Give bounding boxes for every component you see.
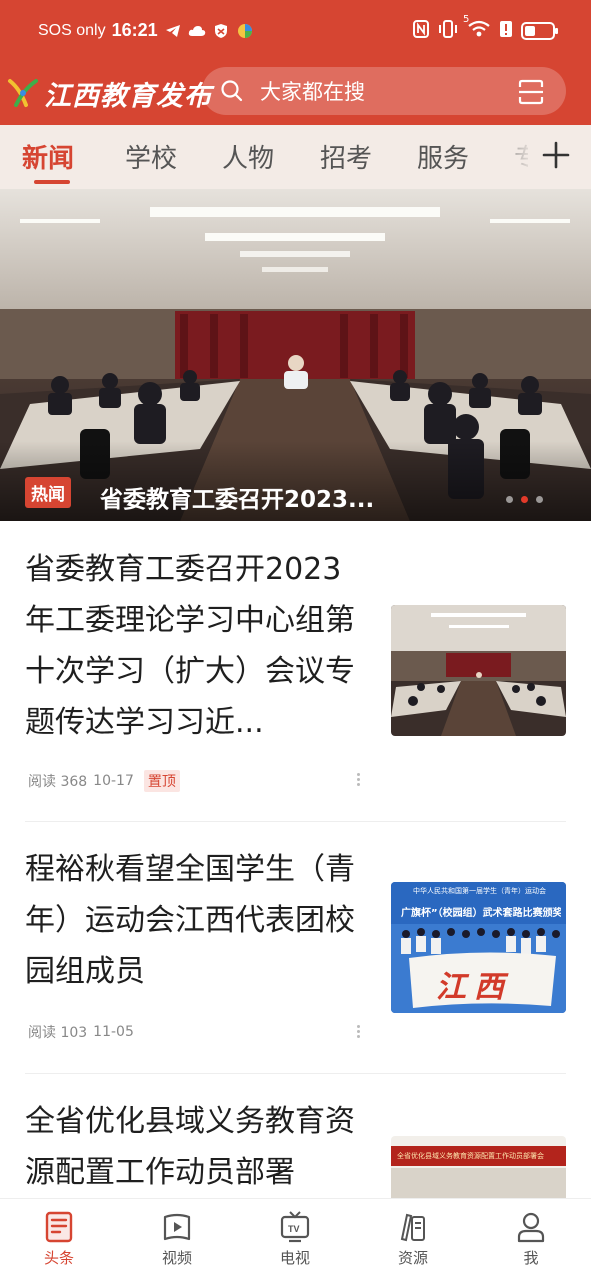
article-meta: 阅读 368 10-17 置顶 <box>28 770 180 792</box>
article-item[interactable]: 省委教育工委召开2023年工委理论学习中心组第十次学习（扩大）会议专题传达学习习… <box>25 544 566 794</box>
cloud-app-icon <box>188 23 206 39</box>
video-icon <box>163 1213 191 1241</box>
active-tab-indicator <box>34 180 70 184</box>
network-badge: 5 <box>463 14 470 25</box>
article-title[interactable]: 程裕秋看望全国学生（青年）运动会江西代表团校园组成员 <box>25 844 365 997</box>
status-left: SOS only 16:21 <box>38 20 254 41</box>
logo-text: 江西教育发布 <box>44 80 212 112</box>
divider <box>25 1073 566 1074</box>
resources-icon <box>400 1213 425 1242</box>
nav-label: 视频 <box>161 1249 192 1267</box>
nav-video[interactable]: 视频 <box>142 1211 212 1268</box>
thumbnail-caption: 全省优化县域义务教育资源配置工作动员部署会 <box>397 1152 544 1160</box>
thumbnail-caption: 广旗杯”（校园组）武术套路比赛颁奖仪式 <box>401 908 561 919</box>
read-count: 阅读 368 <box>28 774 88 790</box>
tab-news[interactable]: 新闻 <box>22 138 74 175</box>
vibrate-icon <box>437 20 459 42</box>
status-right: 5 <box>413 14 558 42</box>
svg-text:TV: TV <box>288 1224 300 1234</box>
carousel-dot-active[interactable] <box>521 496 528 503</box>
status-bar: SOS only 16:21 5 <box>0 0 591 62</box>
article-title[interactable]: 全省优化县域义务教育资源配置工作动员部署 <box>25 1096 365 1198</box>
scan-icon[interactable] <box>518 79 544 105</box>
more-options-icon[interactable] <box>355 772 361 788</box>
news-icon <box>45 1211 73 1243</box>
search-placeholder: 大家都在搜 <box>260 80 365 104</box>
divider <box>25 821 566 822</box>
article-date: 11-05 <box>93 1024 134 1040</box>
battery-icon <box>521 22 558 40</box>
nav-headlines[interactable]: 头条 <box>24 1211 94 1268</box>
article-meta: 阅读 103 11-05 <box>28 1022 134 1042</box>
thumbnail-banner-text: 江西 <box>436 970 512 1005</box>
article-date: 10-17 <box>93 773 134 789</box>
shield-icon <box>212 23 230 39</box>
nfc-icon <box>413 20 429 42</box>
search-icon <box>221 80 243 102</box>
network-status: SOS only <box>38 21 106 39</box>
article-title[interactable]: 省委教育工委召开2023年工委理论学习中心组第十次学习（扩大）会议专题传达学习习… <box>25 544 365 748</box>
nav-profile[interactable]: 我 <box>496 1211 566 1268</box>
add-tab-icon[interactable] <box>536 135 576 175</box>
nav-label: 头条 <box>43 1249 74 1267</box>
tab-admissions[interactable]: 招考 <box>320 138 372 175</box>
app-logo: 江西教育发布 <box>6 72 212 114</box>
nav-tv[interactable]: TV 电视 <box>260 1211 330 1268</box>
tab-people[interactable]: 人物 <box>222 138 274 175</box>
article-item[interactable]: 程裕秋看望全国学生（青年）运动会江西代表团校园组成员 阅读 103 11-05 … <box>25 844 566 1049</box>
telegram-icon <box>164 23 182 39</box>
nav-label: 资源 <box>397 1249 428 1267</box>
nav-label: 电视 <box>279 1249 310 1267</box>
bottom-navigation: 头条 视频 TV 电视 资源 我 <box>0 1198 591 1280</box>
profile-icon <box>517 1212 545 1243</box>
carousel-dot[interactable] <box>536 496 543 503</box>
logo-emblem-icon <box>6 75 42 111</box>
tab-schools[interactable]: 学校 <box>125 138 177 175</box>
article-thumbnail[interactable] <box>391 605 566 736</box>
wifi-icon: 5 <box>463 14 491 42</box>
tabs-fade <box>486 125 534 189</box>
tv-icon: TV <box>280 1211 310 1243</box>
headline-carousel[interactable]: 热闻 省委教育工委召开2023... <box>0 189 591 521</box>
article-thumbnail[interactable]: 全省优化县域义务教育资源配置工作动员部署会 <box>391 1136 566 1198</box>
article-item[interactable]: 全省优化县域义务教育资源配置工作动员部署 全省优化县域义务教育资源配置工作动员部… <box>25 1096 566 1198</box>
carousel-dots <box>506 496 543 503</box>
hot-tag: 热闻 <box>25 477 71 508</box>
nav-label: 我 <box>523 1249 539 1267</box>
search-bar[interactable]: 大家都在搜 <box>202 67 566 115</box>
alert-icon <box>499 20 513 42</box>
article-thumbnail[interactable]: 中华人民共和国第一届学生（青年）运动会 广旗杯”（校园组）武术套路比赛颁奖仪式 … <box>391 882 566 1013</box>
app-header: SOS only 16:21 5 江西教育发布 大家都在搜 <box>0 0 591 125</box>
clock: 16:21 <box>111 20 158 40</box>
category-tabs: 新闻 学校 人物 招考 服务 专 <box>0 125 591 189</box>
thumbnail-caption-top: 中华人民共和国第一届学生（青年）运动会 <box>413 887 546 895</box>
banner-title[interactable]: 省委教育工委召开2023... <box>100 480 390 514</box>
carousel-dot[interactable] <box>506 496 513 503</box>
pinned-badge: 置顶 <box>143 770 180 792</box>
colorful-app-icon <box>236 23 254 39</box>
nav-resources[interactable]: 资源 <box>378 1211 448 1268</box>
tab-services[interactable]: 服务 <box>417 138 469 175</box>
read-count: 阅读 103 <box>28 1025 88 1041</box>
more-options-icon[interactable] <box>355 1024 361 1040</box>
